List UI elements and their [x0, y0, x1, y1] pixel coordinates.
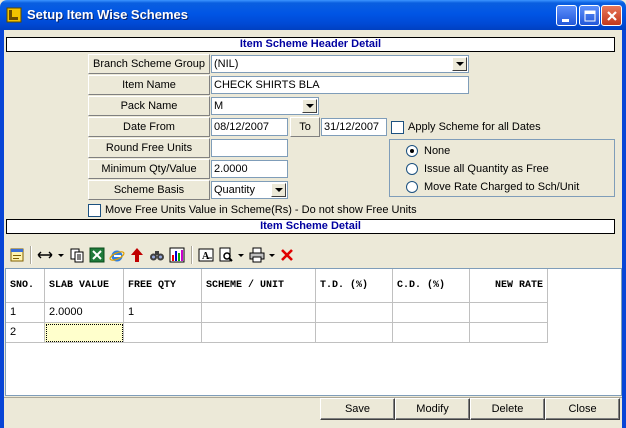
cell-new-rate[interactable]	[470, 323, 548, 343]
column-header-slab-value[interactable]: SLAB VALUE	[45, 269, 124, 303]
option-issue-all-free-label: Issue all Quantity as Free	[424, 163, 549, 175]
apply-all-dates-label: Apply Scheme for all Dates	[408, 121, 541, 133]
print-preview-icon[interactable]	[218, 247, 234, 263]
excel-icon[interactable]	[89, 247, 105, 263]
pack-name-value: M	[214, 100, 224, 112]
resize-columns-icon[interactable]	[37, 247, 53, 263]
column-header-cd[interactable]: C.D. (%)	[393, 269, 470, 303]
detail-section-title: Item Scheme Detail	[6, 219, 615, 234]
option-issue-all-free-radio[interactable]	[406, 163, 418, 175]
toolbar-separator	[30, 246, 32, 264]
copy-icon[interactable]	[69, 247, 85, 263]
column-header-free-qty[interactable]: FREE QTY	[124, 269, 202, 303]
window-frame-right	[622, 30, 626, 428]
column-header-new-rate[interactable]: NEW RATE	[470, 269, 548, 303]
delete-button[interactable]: Delete	[470, 398, 545, 420]
chevron-down-icon[interactable]	[269, 254, 275, 257]
toolbar-separator	[191, 246, 193, 264]
svg-text:A: A	[202, 251, 210, 262]
cell-sno[interactable]: 1	[6, 303, 45, 323]
save-button[interactable]: Save	[320, 398, 395, 420]
option-none-label: None	[424, 145, 451, 157]
option-move-rate-radio[interactable]	[406, 181, 418, 193]
cell-td[interactable]	[316, 303, 393, 323]
up-arrow-icon[interactable]	[129, 247, 145, 263]
app-icon	[6, 7, 22, 23]
column-header-sno[interactable]: SNO.	[6, 269, 45, 303]
option-move-rate-label: Move Rate Charged to Sch/Unit	[424, 181, 580, 193]
chevron-down-icon[interactable]	[58, 254, 64, 257]
cell-scheme-unit[interactable]	[202, 303, 316, 323]
scheme-basis-label: Scheme Basis	[88, 180, 210, 200]
window-title: Setup Item Wise Schemes	[27, 7, 188, 22]
header-section-title: Item Scheme Header Detail	[6, 37, 615, 52]
chevron-down-icon[interactable]	[271, 183, 286, 197]
date-to-field[interactable]: 31/12/2007	[321, 118, 387, 136]
move-free-units-checkbox[interactable]	[88, 204, 101, 217]
round-free-units-label: Round Free Units	[88, 138, 210, 158]
cell-slab-value-selected[interactable]	[45, 323, 124, 343]
chart-icon[interactable]	[169, 247, 185, 263]
date-from-label: Date From	[88, 117, 210, 137]
pack-name-label: Pack Name	[88, 96, 210, 116]
cell-slab-value[interactable]: 2.0000	[45, 303, 124, 323]
branch-scheme-group-value: (NIL)	[214, 58, 239, 70]
scheme-detail-grid[interactable]: SNO. SLAB VALUE FREE QTY SCHEME / UNIT T…	[5, 268, 622, 396]
maximize-icon	[584, 10, 596, 22]
close-button[interactable]: Close	[545, 398, 620, 420]
item-name-label: Item Name	[88, 75, 210, 95]
move-free-units-label: Move Free Units Value in Scheme(Rs) - Do…	[105, 204, 417, 216]
delete-icon[interactable]	[279, 247, 295, 263]
minimize-button[interactable]	[556, 5, 577, 26]
find-icon[interactable]	[149, 247, 165, 263]
min-qty-value-field[interactable]: 2.0000	[211, 160, 288, 178]
text-icon[interactable]: A	[198, 247, 214, 263]
branch-scheme-group-select[interactable]: (NIL)	[211, 55, 469, 73]
properties-icon[interactable]	[9, 247, 25, 263]
cell-scheme-unit[interactable]	[202, 323, 316, 343]
print-icon[interactable]	[249, 247, 265, 263]
modify-button[interactable]: Modify	[395, 398, 470, 420]
scheme-basis-value: Quantity	[214, 184, 255, 196]
cell-free-qty[interactable]	[124, 323, 202, 343]
cell-cd[interactable]	[393, 303, 470, 323]
item-name-field[interactable]: CHECK SHIRTS BLA	[211, 76, 469, 94]
chevron-down-icon[interactable]	[452, 57, 467, 71]
chevron-down-icon[interactable]	[238, 254, 244, 257]
pack-name-select[interactable]: M	[211, 97, 319, 115]
title-bar[interactable]: Setup Item Wise Schemes	[0, 0, 626, 30]
cell-cd[interactable]	[393, 323, 470, 343]
column-header-td[interactable]: T.D. (%)	[316, 269, 393, 303]
cell-sno[interactable]: 2	[6, 323, 45, 343]
cell-td[interactable]	[316, 323, 393, 343]
minimize-icon	[562, 19, 569, 22]
date-to-label: To	[290, 117, 320, 137]
round-free-units-field[interactable]	[211, 139, 288, 157]
cell-free-qty[interactable]: 1	[124, 303, 202, 323]
close-icon	[607, 11, 617, 21]
internet-explorer-icon[interactable]	[109, 247, 125, 263]
cell-new-rate[interactable]	[470, 303, 548, 323]
maximize-button[interactable]	[579, 5, 600, 26]
min-qty-value-label: Minimum Qty/Value	[88, 159, 210, 179]
column-header-scheme-unit[interactable]: SCHEME / UNIT	[202, 269, 316, 303]
close-window-button[interactable]	[601, 5, 622, 26]
apply-all-dates-checkbox[interactable]	[391, 121, 404, 134]
scheme-basis-select[interactable]: Quantity	[211, 181, 288, 199]
grid-toolbar: A	[5, 243, 621, 267]
date-from-field[interactable]: 08/12/2007	[211, 118, 288, 136]
option-none-radio[interactable]	[406, 145, 418, 157]
window-frame-left	[0, 30, 4, 428]
branch-scheme-group-label: Branch Scheme Group	[88, 54, 210, 74]
chevron-down-icon[interactable]	[302, 99, 317, 113]
